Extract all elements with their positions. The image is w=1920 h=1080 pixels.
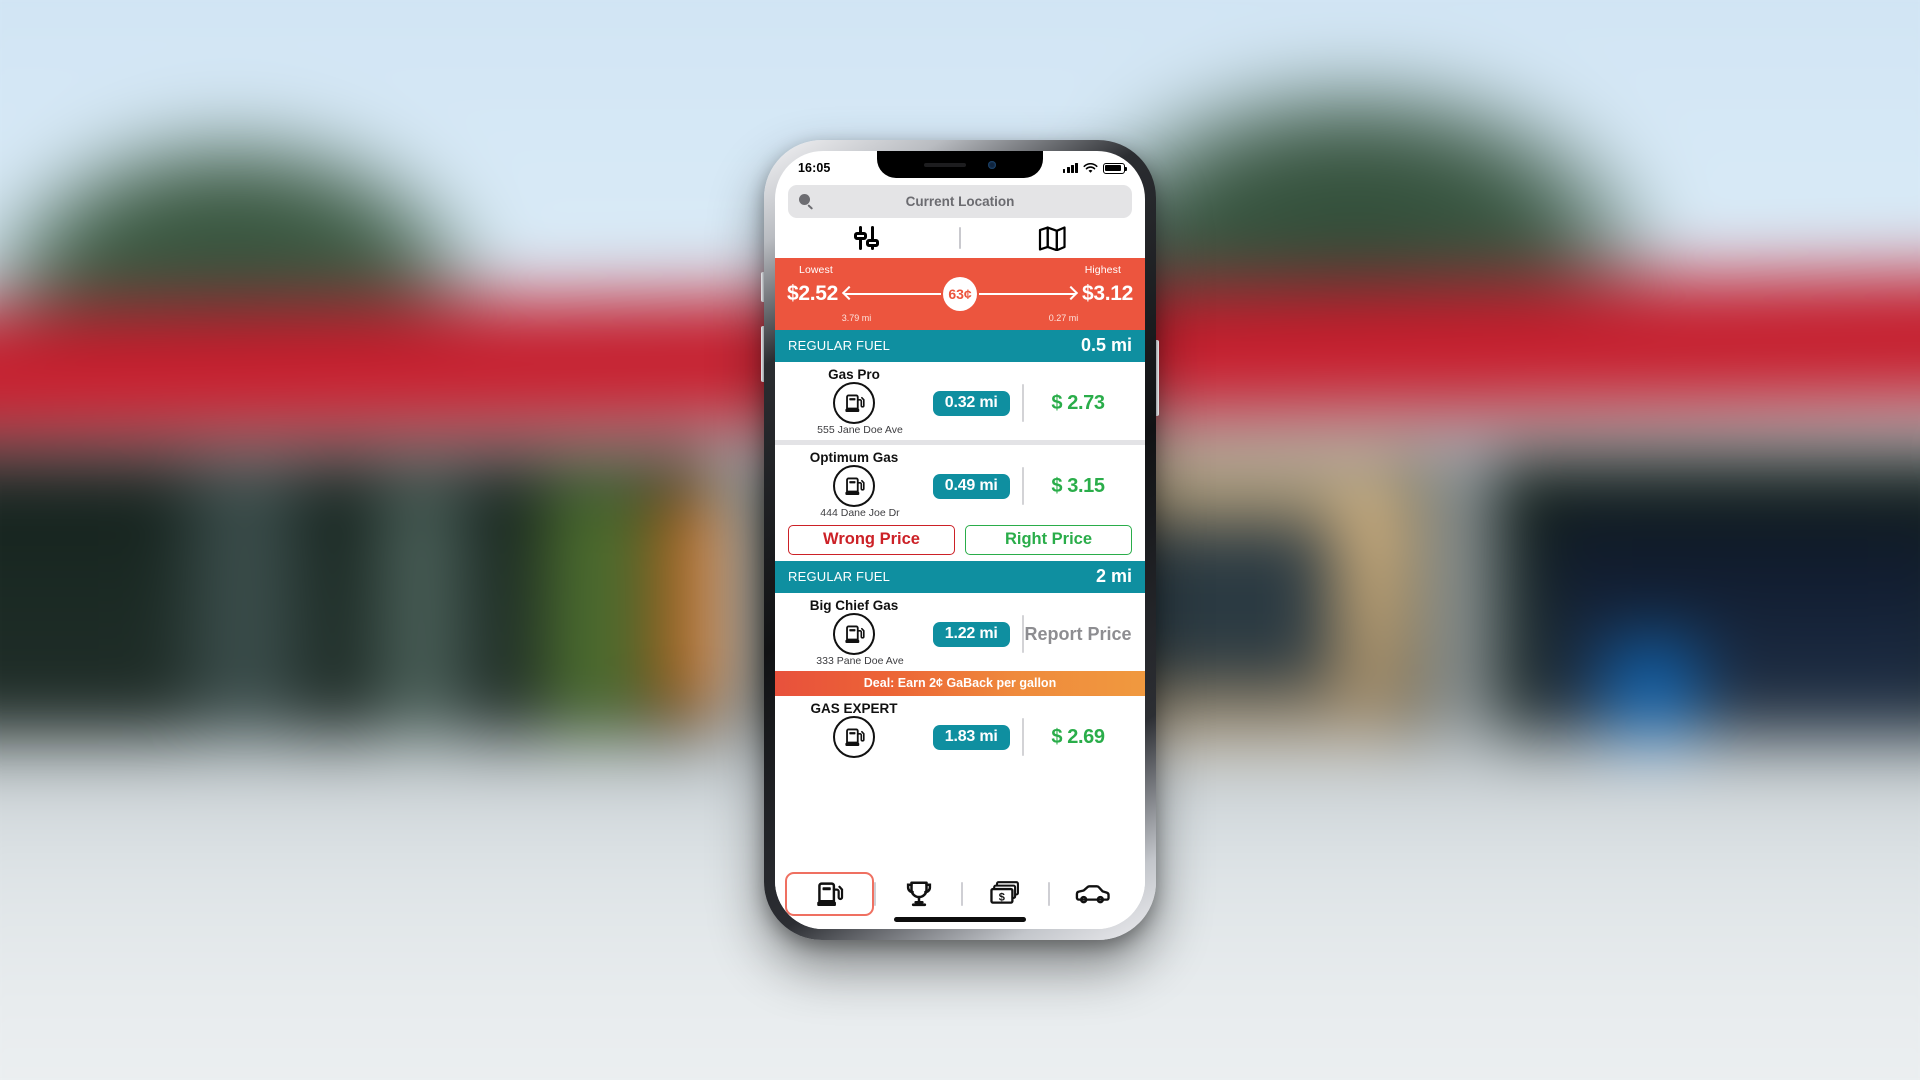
- highest-label: Highest: [1084, 264, 1121, 276]
- station-name: GAS EXPERT: [810, 701, 898, 716]
- phone-mockup: 16:05 Current Location Lowest Highest $2…: [761, 140, 1159, 940]
- trophy-icon: [906, 881, 931, 907]
- car-icon: [1076, 885, 1111, 904]
- arrow-left-icon: [841, 286, 941, 302]
- section-distance: 2 mi: [1095, 566, 1132, 586]
- station-name: Gas Pro: [828, 367, 880, 382]
- wifi-icon: [1083, 162, 1098, 173]
- station-distance-pill: 1.83 mi: [932, 724, 1010, 750]
- power-button[interactable]: [1156, 340, 1159, 416]
- map-button[interactable]: [961, 218, 1145, 258]
- gas-pump-icon: [833, 465, 875, 507]
- lowest-distance: 3.79 mi: [841, 313, 872, 323]
- report-price-button[interactable]: Report Price: [1024, 624, 1131, 644]
- phone-frame: 16:05 Current Location Lowest Highest $2…: [761, 140, 1159, 940]
- search-input[interactable]: Current Location: [788, 185, 1132, 218]
- section-distance: 0.5 mi: [1080, 335, 1132, 355]
- gas-pump-icon: [833, 613, 875, 655]
- arrow-right-icon: [979, 286, 1079, 302]
- sliders-filter-icon: [852, 225, 882, 251]
- price-difference-badge: 63¢: [943, 277, 977, 311]
- tab-gas-prices[interactable]: [785, 872, 875, 916]
- station-name: Big Chief Gas: [809, 598, 899, 613]
- station-row[interactable]: Optimum Gas 0.49 mi $ 3.15 444 Dane Joe …: [775, 445, 1145, 523]
- view-toolbar: [775, 218, 1145, 258]
- station-address: 555 Jane Doe Ave: [817, 424, 903, 436]
- cellular-bars-icon: [1062, 163, 1078, 173]
- status-bar: 16:05: [775, 151, 1145, 181]
- map-icon: [1039, 225, 1067, 251]
- lowest-label: Lowest: [799, 264, 833, 276]
- price-feedback-group: Wrong Price Right Price: [775, 523, 1145, 561]
- battery-icon: [1103, 162, 1128, 174]
- wrong-price-button[interactable]: Wrong Price: [788, 525, 955, 555]
- phone-screen: 16:05 Current Location Lowest Highest $2…: [775, 151, 1145, 929]
- deal-banner[interactable]: Deal: Earn 2¢ GaBack per gallon: [775, 671, 1145, 705]
- tab-rewards[interactable]: [876, 872, 961, 916]
- status-time: 16:05: [798, 161, 831, 175]
- station-address: 444 Dane Joe Dr: [820, 507, 900, 519]
- search-value: Current Location: [905, 194, 1015, 209]
- home-indicator[interactable]: [894, 917, 1026, 922]
- money-bills-icon: $: [990, 881, 1020, 904]
- station-price: $ 3.15: [1051, 474, 1105, 497]
- station-name: Optimum Gas: [809, 450, 899, 465]
- station-address: 333 Pane Doe Ave: [816, 655, 904, 667]
- svg-text:$: $: [999, 891, 1005, 903]
- station-distance-pill: 1.22 mi: [932, 621, 1010, 647]
- section-header: REGULAR FUEL 2 mi: [775, 561, 1145, 593]
- gas-pump-icon: [833, 716, 875, 758]
- station-distance-pill: 0.49 mi: [932, 473, 1010, 499]
- tab-cashback[interactable]: $: [963, 872, 1048, 916]
- station-distance-pill: 0.32 mi: [932, 390, 1010, 416]
- gas-pump-icon: [833, 382, 875, 424]
- station-row[interactable]: Big Chief Gas 1.22 mi Report Price 333 P…: [775, 593, 1145, 671]
- tab-vehicle[interactable]: [1050, 872, 1135, 916]
- highest-price: $3.12: [1081, 282, 1133, 305]
- station-price: $ 2.73: [1051, 391, 1105, 414]
- lowest-price: $2.52: [787, 282, 839, 305]
- section-fuel-type: REGULAR FUEL: [788, 569, 891, 584]
- deal-text: Deal: Earn 2¢ GaBack per gallon: [863, 676, 1057, 690]
- highest-distance: 0.27 mi: [1048, 313, 1079, 323]
- station-row[interactable]: GAS EXPERT 1.83 mi $ 2.69: [775, 696, 1145, 762]
- right-price-button[interactable]: Right Price: [965, 525, 1132, 555]
- section-fuel-type: REGULAR FUEL: [788, 338, 891, 353]
- gas-pump-icon: [817, 881, 844, 906]
- station-price: $ 2.69: [1051, 725, 1105, 748]
- station-row[interactable]: Gas Pro 0.32 mi $ 2.73 555 Jane Doe Ave: [775, 362, 1145, 440]
- filter-button[interactable]: [775, 218, 959, 258]
- station-list[interactable]: REGULAR FUEL 0.5 mi Gas Pro 0.32 mi $ 2.…: [775, 330, 1145, 865]
- price-range-banner: Lowest Highest $2.52 63¢ $3.12 3.79 mi 0…: [775, 258, 1145, 330]
- section-header: REGULAR FUEL 0.5 mi: [775, 330, 1145, 362]
